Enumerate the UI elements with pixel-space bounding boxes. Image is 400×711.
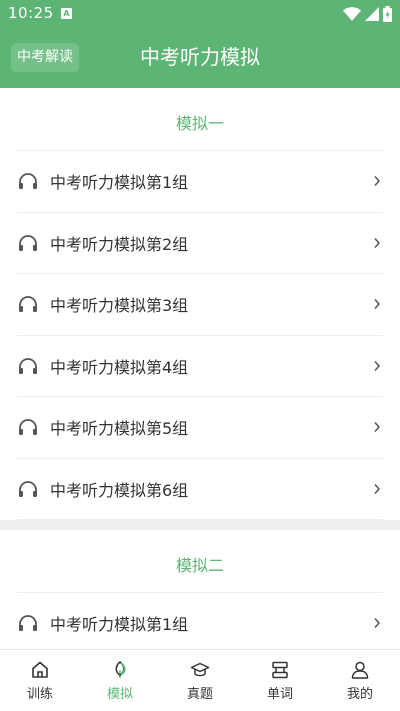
list-item-label: 中考听力模拟第5组 [50,419,189,439]
tab-profile[interactable]: 我的 [320,650,400,711]
list-item-label: 中考听力模拟第1组 [50,173,189,193]
tab-label: 我的 [346,687,373,702]
section-list: 中考听力模拟第1组 中考听力模拟第2组 中考听力模拟第3组 中考听力模拟第4组 … [17,150,383,520]
chevron-right-icon [374,237,381,248]
chevron-right-icon [374,422,381,433]
section-title: 模拟二 [175,556,224,575]
headphones-icon [19,296,37,313]
list-item[interactable]: 中考听力模拟第3组 [17,274,383,336]
list-item[interactable]: 中考听力模拟第1组 [17,593,383,649]
chevron-right-icon [374,360,381,371]
headphones-icon [19,357,37,374]
signal-icon [365,7,379,21]
headphones-icon [19,234,37,251]
status-icons [343,5,392,23]
battery-icon [383,6,392,22]
home-icon [32,661,48,678]
app-header: 中考解读 中考听力模拟 [0,28,400,88]
main-content[interactable]: 模拟一 中考听力模拟第1组 中考听力模拟第2组 中考听力模拟第3组 中考听力模拟… [0,88,400,649]
tab-label: 单词 [266,687,293,702]
list-item[interactable]: 中考听力模拟第1组 [17,151,383,213]
section-divider [0,520,400,530]
page-title: 中考听力模拟 [140,45,260,69]
user-icon [351,661,369,679]
chevron-right-icon [374,483,381,494]
graduation-cap-icon [190,662,210,677]
list-item[interactable]: 中考听力模拟第2组 [17,213,383,274]
headphones-icon [19,480,37,497]
list-item[interactable]: 中考听力模拟第4组 [17,336,383,397]
tab-training[interactable]: 训练 [0,650,80,711]
tab-label: 训练 [26,687,53,702]
chevron-right-icon [374,176,381,187]
section-title: 模拟一 [175,114,224,133]
status-bar: 10:25 A [0,0,400,28]
chevron-right-icon [374,618,381,629]
headphones-icon [19,419,37,436]
tab-words[interactable]: 单词 [240,650,320,711]
chevron-right-icon [374,299,381,310]
tab-simulation[interactable]: 模拟 [80,650,160,711]
list-item-label: 中考听力模拟第4组 [50,357,189,377]
wifi-icon [343,7,361,21]
headphones-icon [19,615,37,632]
list-item[interactable]: 中考听力模拟第5组 [17,397,383,459]
list-item[interactable]: 中考听力模拟第6组 [17,459,383,520]
tab-label: 模拟 [106,687,133,702]
status-time: 10:25 [8,4,54,22]
book-stack-icon [272,661,288,679]
leaf-icon [115,661,126,678]
tab-past-exams[interactable]: 真题 [160,650,240,711]
sim-notification-icon: A [61,8,72,19]
list-item-label: 中考听力模拟第6组 [50,480,189,500]
tab-label: 真题 [186,687,213,702]
list-item-label: 中考听力模拟第2组 [50,234,189,254]
bottom-tab-bar: 训练 模拟 真题 单词 我的 [0,649,400,711]
headphones-icon [19,173,37,190]
list-item-label: 中考听力模拟第3组 [50,296,189,316]
section-list: 中考听力模拟第1组 [17,592,383,649]
list-item-label: 中考听力模拟第1组 [50,615,189,635]
